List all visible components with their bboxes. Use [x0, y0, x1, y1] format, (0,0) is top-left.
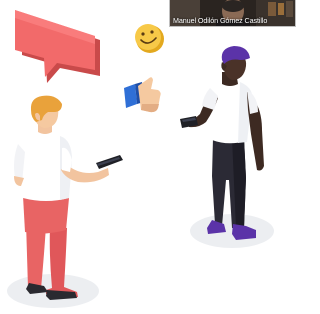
illustration-svg: [7, 10, 274, 308]
right-person-figure: [180, 46, 264, 240]
smiley-emoji-icon: [135, 24, 164, 53]
speech-bubble-icon: [15, 10, 100, 83]
left-person-figure: [14, 95, 123, 300]
participant-name-label: Manuel Odilón Gómez Castillo: [173, 15, 268, 25]
illustration-stage: Manuel Odilón Gómez Castillo: [0, 0, 295, 314]
left-person-phone: [96, 155, 123, 169]
thumbs-up-icon: [124, 77, 161, 113]
participant-video-tile[interactable]: Manuel Odilón Gómez Castillo: [170, 0, 295, 26]
